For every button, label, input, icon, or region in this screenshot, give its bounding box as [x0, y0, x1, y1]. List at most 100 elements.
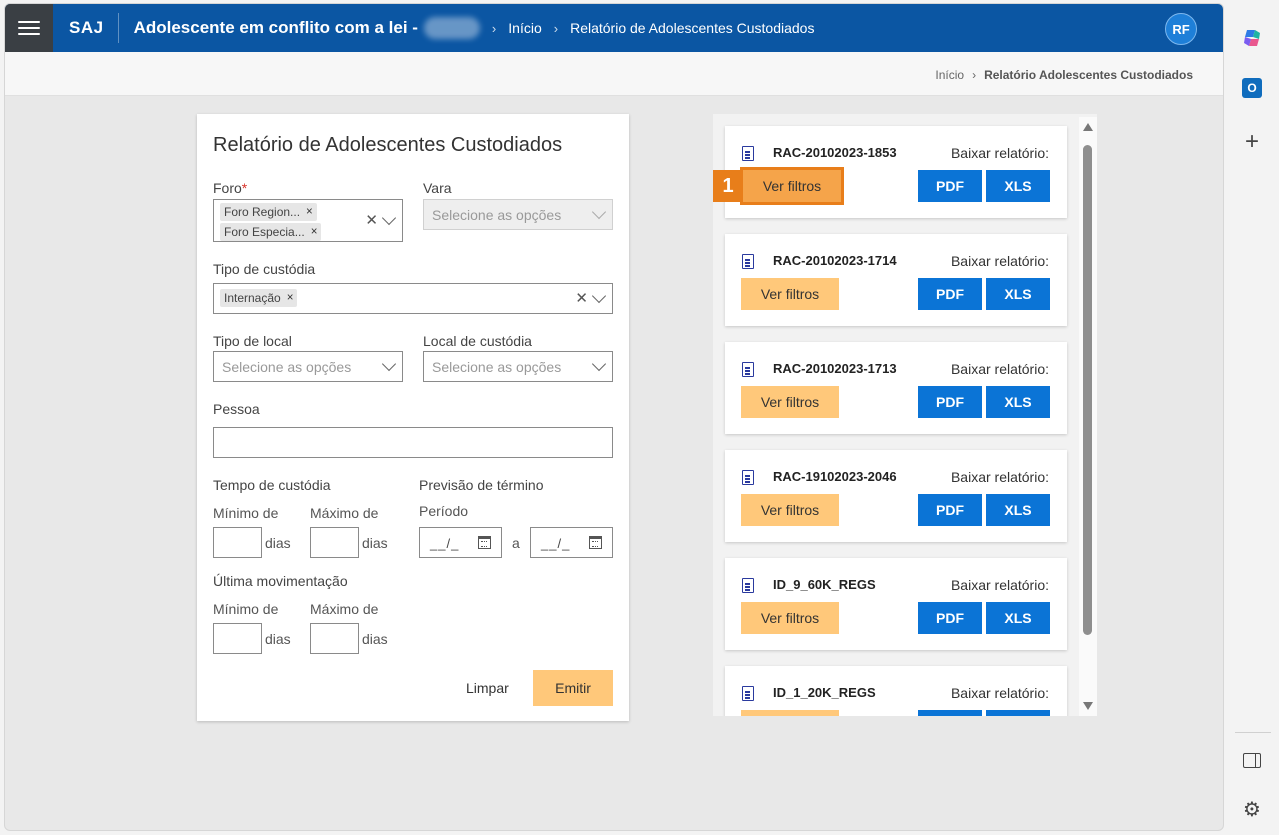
xls-button[interactable]: XLS [986, 278, 1050, 310]
xls-button[interactable]: XLS [986, 494, 1050, 526]
module-title: Adolescente em conflito com a lei - [133, 18, 418, 37]
ultima-movimentacao-label: Última movimentação [213, 573, 348, 589]
download-label: Baixar relatório: [950, 361, 1049, 377]
dias-unit: dias [362, 535, 388, 551]
copilot-icon[interactable] [1241, 27, 1263, 49]
chevron-down-icon[interactable] [591, 288, 607, 304]
report-name: RAC-20102023-1714 [773, 253, 897, 268]
pdf-button[interactable]: PDF [918, 602, 982, 634]
header-breadcrumb-current: › Relatório de Adolescentes Custodiados [553, 20, 815, 36]
limpar-button[interactable]: Limpar [466, 680, 509, 696]
xls-button[interactable]: XLS [986, 386, 1050, 418]
remove-tag-icon[interactable]: × [311, 226, 318, 238]
scroll-thumb[interactable] [1083, 145, 1092, 635]
breadcrumb-home[interactable]: Início [935, 68, 964, 82]
report-form: Relatório de Adolescentes Custodiados Fo… [197, 114, 629, 721]
dias-unit: dias [362, 631, 388, 647]
tipo-custodia-tag: Internação × [220, 289, 298, 307]
chevron-right-icon: › [553, 20, 559, 36]
ver-filtros-button[interactable]: Ver filtros [741, 386, 839, 418]
reports-scrollbar[interactable] [1079, 117, 1097, 716]
tempo-minimo-input[interactable] [213, 527, 262, 558]
rail-divider [1235, 732, 1271, 733]
gear-icon[interactable]: ⚙ [1241, 798, 1263, 821]
remove-tag-icon[interactable]: × [287, 292, 294, 304]
remove-tag-icon[interactable]: × [306, 206, 313, 218]
clear-selection-icon[interactable]: ✕ [365, 211, 378, 229]
tempo-minimo-label: Mínimo de [213, 505, 279, 521]
pdf-button[interactable]: PDF [918, 494, 982, 526]
foro-select[interactable]: Foro Region... × Foro Especia... × ✕ [213, 199, 403, 242]
tipo-custodia-select[interactable]: Internação × ✕ [213, 283, 613, 314]
tempo-maximo-label: Máximo de [310, 505, 379, 521]
vara-label: Vara [423, 180, 452, 196]
report-card: RAC-19102023-2046 Baixar relatório: Ver … [725, 450, 1067, 542]
scroll-up-icon[interactable] [1083, 123, 1093, 131]
chevron-down-icon[interactable] [381, 356, 397, 372]
ver-filtros-button[interactable]: Ver filtros [741, 602, 839, 634]
ultima-minimo-input[interactable] [213, 623, 262, 654]
xls-button[interactable]: XLS [986, 710, 1050, 716]
document-icon [742, 470, 754, 485]
tempo-maximo-input[interactable] [310, 527, 359, 558]
outlook-icon[interactable]: O [1241, 77, 1263, 99]
xls-button[interactable]: XLS [986, 602, 1050, 634]
ver-filtros-button[interactable]: Ver filtros [740, 167, 844, 205]
breadcrumb: Início › Relatório Adolescentes Custodia… [935, 68, 1193, 82]
document-icon [742, 254, 754, 269]
header-breadcrumb-home[interactable]: › Início [492, 20, 542, 36]
plus-icon[interactable]: + [1241, 128, 1263, 155]
tipo-local-select[interactable]: Selecione as opções [213, 351, 403, 382]
report-card: RAC-20102023-1853 Baixar relatório: 1 Ve… [713, 126, 1067, 218]
scroll-down-icon[interactable] [1083, 702, 1093, 710]
foro-label: Foro* [213, 180, 248, 196]
document-icon [742, 146, 754, 161]
local-custodia-select[interactable]: Selecione as opções [423, 351, 613, 382]
hamburger-menu-icon[interactable] [5, 4, 53, 52]
document-icon [742, 578, 754, 593]
vara-select: Selecione as opções [423, 199, 613, 230]
panel-icon[interactable] [1241, 749, 1263, 771]
ver-filtros-button[interactable]: Ver filtros [741, 494, 839, 526]
download-label: Baixar relatório: [950, 253, 1049, 269]
chevron-right-icon: › [491, 20, 497, 36]
pdf-button[interactable]: PDF [918, 170, 982, 202]
app-window: SAJ Adolescente em conflito com a lei - … [4, 3, 1224, 831]
breadcrumb-bar: Início › Relatório Adolescentes Custodia… [5, 52, 1223, 96]
calendar-icon[interactable] [589, 536, 602, 549]
local-custodia-label: Local de custódia [423, 333, 532, 349]
form-title: Relatório de Adolescentes Custodiados [213, 134, 563, 156]
step-badge: 1 [713, 170, 743, 202]
ultima-maximo-input[interactable] [310, 623, 359, 654]
brand-logo[interactable]: SAJ [69, 18, 104, 38]
report-card: RAC-20102023-1714 Baixar relatório: Ver … [725, 234, 1067, 326]
report-name: RAC-19102023-2046 [773, 469, 897, 484]
pdf-button[interactable]: PDF [918, 386, 982, 418]
periodo-start-date[interactable]: __/_ [419, 527, 502, 558]
chevron-down-icon[interactable] [381, 210, 397, 226]
ultima-maximo-label: Máximo de [310, 601, 379, 617]
pdf-button[interactable]: PDF [918, 710, 982, 716]
date-range-separator: a [512, 535, 520, 551]
calendar-icon[interactable] [478, 536, 491, 549]
foro-tag-1: Foro Region... × [220, 203, 317, 221]
chevron-down-icon [591, 204, 607, 220]
pessoa-label: Pessoa [213, 401, 260, 417]
user-avatar[interactable]: RF [1165, 13, 1197, 45]
pdf-button[interactable]: PDF [918, 278, 982, 310]
report-name: RAC-20102023-1713 [773, 361, 897, 376]
xls-button[interactable]: XLS [986, 170, 1050, 202]
periodo-label: Período [419, 503, 469, 519]
pessoa-input[interactable] [213, 427, 613, 458]
ver-filtros-button[interactable]: Ver filtros [741, 710, 839, 716]
vara-placeholder: Selecione as opções [432, 207, 562, 223]
emitir-button[interactable]: Emitir [533, 670, 613, 706]
ver-filtros-button[interactable]: Ver filtros [741, 278, 839, 310]
browser-side-rail: O + ⚙ [1228, 0, 1279, 835]
report-name: ID_1_20K_REGS [773, 685, 876, 700]
chevron-down-icon[interactable] [591, 356, 607, 372]
report-name: ID_9_60K_REGS [773, 577, 876, 592]
clear-selection-icon[interactable]: ✕ [575, 289, 588, 307]
periodo-end-date[interactable]: __/_ [530, 527, 613, 558]
download-label: Baixar relatório: [950, 145, 1049, 161]
